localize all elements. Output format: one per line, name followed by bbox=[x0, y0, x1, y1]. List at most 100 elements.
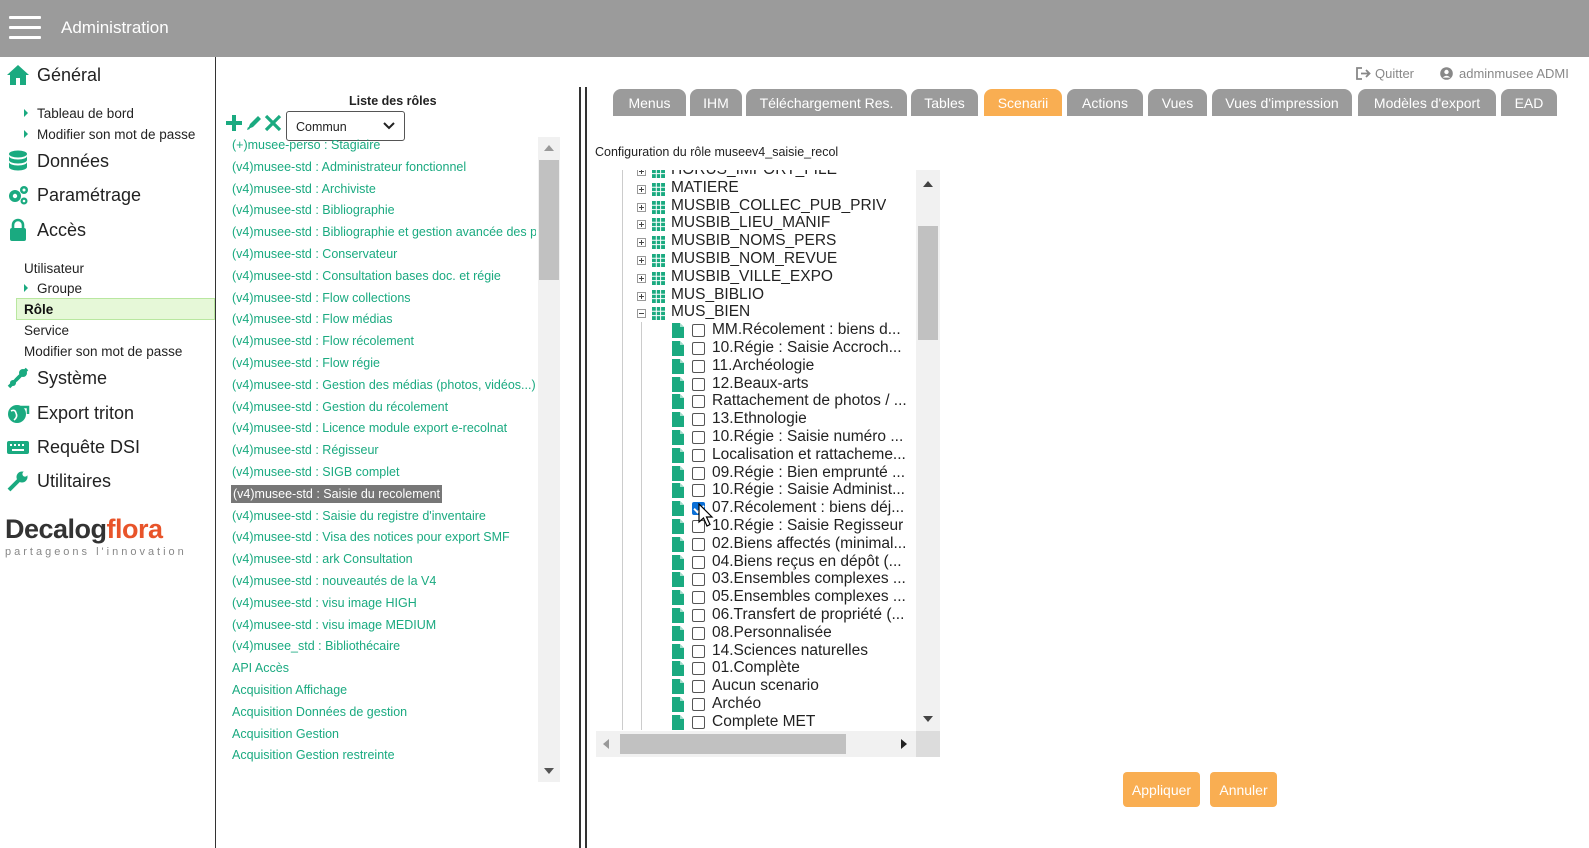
scenario-checkbox[interactable] bbox=[692, 359, 705, 373]
nav-tableau-de-bord[interactable]: Tableau de bord bbox=[24, 103, 134, 123]
tree-scenario-node[interactable]: Localisation et rattacheme... bbox=[596, 446, 916, 465]
expand-icon[interactable] bbox=[637, 170, 646, 176]
tree-scenario-node[interactable]: 04.Biens reçus en dépôt (... bbox=[596, 553, 916, 572]
tree-scenario-node[interactable]: 05.Ensembles complexes ... bbox=[596, 588, 916, 607]
tab-modeles-export[interactable]: Modèles d'export bbox=[1358, 89, 1496, 116]
nav-general[interactable]: Général bbox=[6, 62, 101, 88]
scroll-left-arrow-icon[interactable] bbox=[603, 739, 609, 749]
tree-table-node[interactable]: MUSBIB_COLLEC_PUB_PRIV bbox=[596, 197, 916, 216]
nav-utilisateur[interactable]: Utilisateur bbox=[24, 258, 84, 278]
scenario-checkbox[interactable] bbox=[692, 377, 705, 391]
nav-systeme[interactable]: Système bbox=[6, 365, 107, 391]
role-item-selected[interactable]: (v4)musee-std : Saisie du recolement bbox=[231, 484, 443, 503]
scenario-checkbox[interactable] bbox=[692, 573, 705, 587]
tree-scenario-node[interactable]: 14.Sciences naturelles bbox=[596, 642, 916, 661]
scenario-checkbox[interactable] bbox=[692, 342, 705, 355]
role-item[interactable]: (v4)musee-std : SIGB complet bbox=[232, 462, 399, 482]
expand-icon[interactable] bbox=[637, 202, 646, 212]
tree-table-node[interactable]: MUSBIB_LIEU_MANIF bbox=[596, 214, 916, 233]
scroll-down-arrow-icon[interactable] bbox=[923, 716, 933, 722]
scenario-checkbox[interactable] bbox=[692, 662, 705, 676]
nav-role[interactable]: Rôle bbox=[16, 298, 215, 320]
tree-scenario-node[interactable]: Complete MET bbox=[596, 713, 916, 730]
nav-acces[interactable]: Accès bbox=[6, 217, 86, 243]
nav-requete-dsi[interactable]: Requête DSI bbox=[6, 434, 140, 460]
tree-table-node[interactable]: MUSBIB_NOMS_PERS bbox=[596, 232, 916, 251]
scenario-checkbox[interactable] bbox=[692, 395, 705, 409]
role-item[interactable]: (v4)musee-std : Flow médias bbox=[232, 309, 392, 329]
role-item[interactable]: (v4)musee-std : nouveautés de la V4 bbox=[232, 571, 436, 591]
scroll-up-arrow-icon[interactable] bbox=[923, 181, 933, 187]
role-item[interactable]: (v4)musee-std : ark Consultation bbox=[232, 549, 413, 569]
role-item[interactable]: (v4)musee-std : visu image HIGH bbox=[232, 593, 417, 613]
scenario-checkbox[interactable] bbox=[692, 448, 705, 462]
scenario-checkbox[interactable] bbox=[692, 324, 705, 338]
expand-icon[interactable] bbox=[637, 220, 646, 230]
tree-table-node[interactable]: MUS_BIEN bbox=[596, 303, 916, 322]
role-item[interactable]: (v4)musee_std : Bibliothécaire bbox=[232, 636, 400, 656]
role-item[interactable]: (v4)musee-std : Flow collections bbox=[232, 288, 411, 308]
tree-scenario-node[interactable]: MM.Récolement : biens d... bbox=[596, 321, 916, 340]
tree-scenario-node[interactable]: 03.Ensembles complexes ... bbox=[596, 570, 916, 589]
nav-modifier-mot-de-passe-2[interactable]: Modifier son mot de passe bbox=[24, 341, 182, 361]
role-item[interactable]: Acquisition Gestion restreinte bbox=[232, 745, 395, 765]
role-item[interactable]: (v4)musee-std : Licence module export e-… bbox=[232, 418, 507, 438]
role-item[interactable]: (v4)musee-std : Archiviste bbox=[232, 179, 376, 199]
role-item[interactable]: (v4)musee-std : Gestion du récolement bbox=[232, 397, 448, 417]
expand-icon[interactable] bbox=[637, 256, 646, 265]
tree-horizontal-scrollbar[interactable] bbox=[596, 731, 916, 757]
tree-scenario-node[interactable]: 12.Beaux-arts bbox=[596, 375, 916, 394]
tree-table-node[interactable]: MATIERE bbox=[596, 179, 916, 198]
expand-icon[interactable] bbox=[637, 238, 646, 248]
role-item[interactable]: (v4)musee-std : Flow récolement bbox=[232, 331, 414, 351]
expand-icon[interactable] bbox=[637, 184, 646, 194]
tree-scenario-node[interactable]: 10.Régie : Saisie Administ... bbox=[596, 481, 916, 500]
tab-telechargement[interactable]: Téléchargement Res. bbox=[746, 89, 907, 116]
nav-groupe[interactable]: Groupe bbox=[24, 278, 82, 298]
scenario-checkbox[interactable] bbox=[692, 644, 705, 658]
tree-scenario-node[interactable]: 08.Personnalisée bbox=[596, 624, 916, 643]
tree-scenario-node[interactable]: Archéo bbox=[596, 695, 916, 714]
tab-tables[interactable]: Tables bbox=[911, 89, 978, 116]
tab-vues-impression[interactable]: Vues d'impression bbox=[1212, 89, 1352, 116]
role-item[interactable]: (+)musee-perso : Stagiaire bbox=[232, 135, 380, 155]
hamburger-menu-icon[interactable] bbox=[9, 15, 41, 41]
nav-export-triton[interactable]: Export triton bbox=[6, 400, 134, 426]
role-item[interactable]: (v4)musee-std : Régisseur bbox=[232, 440, 379, 460]
cancel-button[interactable]: Annuler bbox=[1210, 772, 1277, 807]
user-info[interactable]: adminmusee ADMI bbox=[1440, 66, 1569, 81]
role-item[interactable]: API Accès bbox=[232, 658, 289, 678]
tree-scenario-node[interactable]: 02.Biens affectés (minimal... bbox=[596, 535, 916, 554]
apply-button[interactable]: Appliquer bbox=[1123, 772, 1200, 807]
tree-scenario-node[interactable]: 10.Régie : Saisie Accroch... bbox=[596, 339, 916, 358]
expand-icon[interactable] bbox=[637, 273, 646, 283]
tree-scenario-node[interactable]: 11.Archéologie bbox=[596, 357, 916, 376]
nav-donnees[interactable]: Données bbox=[6, 148, 109, 174]
role-item[interactable]: (v4)musee-std : Flow régie bbox=[232, 353, 380, 373]
scenario-checkbox[interactable] bbox=[692, 466, 705, 480]
roles-scroll-thumb[interactable] bbox=[539, 160, 559, 280]
scenario-checkbox[interactable] bbox=[692, 555, 705, 569]
role-item[interactable]: Acquisition Affichage bbox=[232, 680, 347, 700]
scenario-checkbox[interactable] bbox=[692, 413, 705, 427]
collapse-icon[interactable] bbox=[637, 309, 646, 319]
tab-ead[interactable]: EAD bbox=[1501, 89, 1557, 116]
tree-vscroll-thumb[interactable] bbox=[918, 226, 938, 340]
role-item[interactable]: (v4)musee-std : Bibliographie bbox=[232, 200, 395, 220]
quit-link[interactable]: Quitter bbox=[1356, 66, 1414, 81]
role-item[interactable]: (v4)musee-std : Visa des notices pour ex… bbox=[232, 527, 510, 547]
role-item[interactable]: (v4)musee-std : Conservateur bbox=[232, 244, 397, 264]
tab-scenarii[interactable]: Scenarii bbox=[984, 89, 1062, 116]
scenario-checkbox[interactable] bbox=[692, 715, 705, 729]
tree-scenario-node[interactable]: Aucun scenario bbox=[596, 677, 916, 696]
tab-menus[interactable]: Menus bbox=[613, 89, 686, 116]
role-item[interactable]: Acquisition Gestion bbox=[232, 724, 339, 744]
add-role-icon[interactable] bbox=[224, 113, 244, 133]
scenario-checkbox[interactable] bbox=[692, 626, 705, 640]
tree-table-node[interactable]: MUS_BIBLIO bbox=[596, 286, 916, 305]
tree-scenario-node[interactable]: 13.Ethnologie bbox=[596, 410, 916, 429]
tree-vertical-scrollbar[interactable] bbox=[916, 170, 940, 731]
role-item[interactable]: (v4)musee-std : Consultation bases doc. … bbox=[232, 266, 501, 286]
tree-hscroll-thumb[interactable] bbox=[620, 734, 846, 754]
nav-modifier-mot-de-passe-1[interactable]: Modifier son mot de passe bbox=[24, 124, 195, 144]
